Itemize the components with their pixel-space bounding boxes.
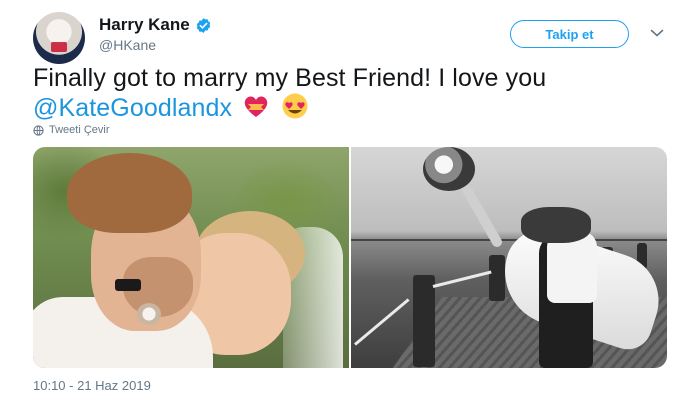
avatar[interactable] <box>33 12 85 64</box>
photo-bowtie <box>115 279 141 291</box>
author-name-row[interactable]: Harry Kane <box>99 15 212 35</box>
photo-pier-post <box>413 275 435 367</box>
photo-boutonniere <box>137 303 161 325</box>
translate-link[interactable]: Tweeti Çevir <box>33 124 110 136</box>
tweet-timestamp[interactable]: 10:10 - 21 Haz 2019 <box>33 378 151 393</box>
author-handle[interactable]: @HKane <box>99 37 156 53</box>
avatar-shirt-detail <box>51 42 67 52</box>
heart-eyes-face-icon <box>282 93 308 119</box>
photo-groom-hair <box>67 153 192 233</box>
heart-with-ribbon-icon <box>244 96 268 117</box>
author-name[interactable]: Harry Kane <box>99 15 190 35</box>
translate-label[interactable]: Tweeti Çevir <box>49 124 110 136</box>
photo-pier-post <box>489 255 505 301</box>
photo-bouquet <box>423 147 475 191</box>
wedding-photo-2[interactable] <box>351 147 667 368</box>
globe-icon <box>33 124 44 136</box>
verified-badge-icon <box>196 17 210 33</box>
follow-button[interactable]: Takip et <box>510 20 629 48</box>
tweet-media <box>33 147 667 368</box>
chevron-down-icon[interactable] <box>650 27 664 39</box>
photo-couple-heads <box>521 207 591 243</box>
tweet-text-main: Finally got to marry my Best Friend! I l… <box>33 64 547 92</box>
mention-link[interactable]: @KateGoodlandx <box>33 94 232 122</box>
wedding-photo-1[interactable] <box>33 147 349 368</box>
tweet-text: Finally got to marry my Best Friend! I l… <box>33 64 683 122</box>
photo-horizon <box>351 239 667 241</box>
photo-pier-rope <box>432 270 492 288</box>
photo-pier-rope <box>354 298 410 346</box>
